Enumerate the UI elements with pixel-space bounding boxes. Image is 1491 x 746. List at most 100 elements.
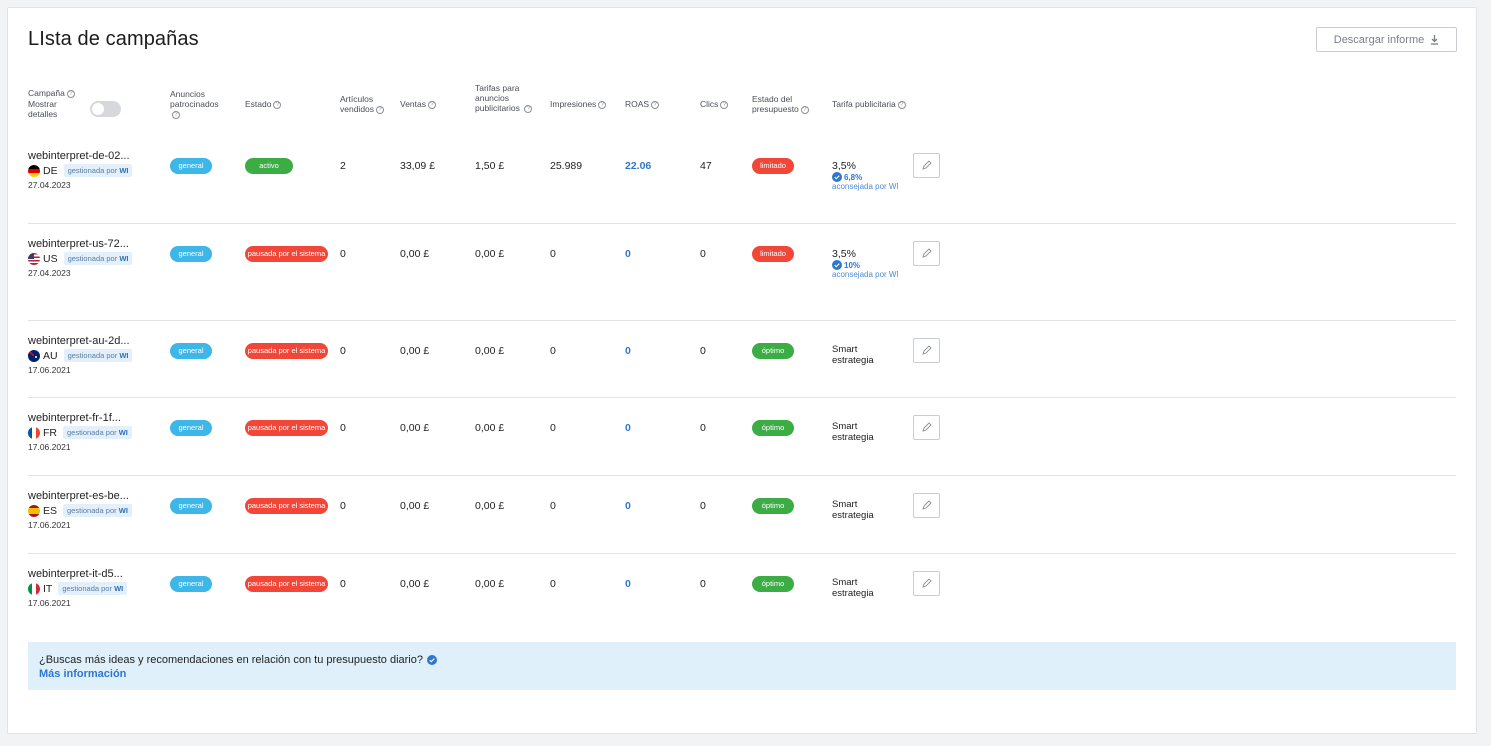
header-ad-rate-label: Tarifa publicitaria (832, 99, 896, 109)
managed-prefix: gestionada por (67, 506, 117, 515)
sales-value: 0,00 £ (400, 578, 430, 590)
pencil-icon (922, 248, 932, 258)
campaign-country: IT gestionada por WI (28, 582, 128, 595)
sales-value: 0,00 £ (400, 422, 430, 434)
impressions-value: 0 (550, 345, 556, 357)
help-icon[interactable]: ? (598, 100, 607, 109)
roas-value: 0 (625, 248, 631, 260)
clicks-value: 0 (700, 422, 706, 434)
table-row: webinterpret-de-02... DE gestionada por … (28, 136, 1456, 224)
roas-value: 22.06 (625, 160, 652, 172)
managed-by: WI (119, 351, 129, 360)
ad-rate-value: 3,5% (832, 160, 856, 172)
download-report-label: Descargar informe (1333, 33, 1425, 46)
show-details-label: Mostrar detalles (28, 99, 58, 119)
recommended-rate: 10% (832, 260, 902, 270)
edit-campaign-button[interactable] (913, 571, 940, 596)
items-sold-value: 0 (340, 578, 346, 590)
help-icon[interactable]: ? (720, 100, 729, 109)
status-badge: pausada por el sistema (245, 246, 328, 262)
items-sold-value: 0 (340, 500, 346, 512)
header-impressions-label: Impresiones (550, 99, 597, 109)
managed-badge: gestionada por WI (63, 426, 132, 439)
help-icon[interactable]: ? (66, 89, 75, 98)
recommended-rate: 6,8% (832, 172, 902, 182)
edit-campaign-button[interactable] (913, 415, 940, 440)
help-icon[interactable]: ? (524, 104, 533, 113)
ad-fees-value: 1,50 £ (475, 160, 505, 172)
campaign-date: 17.06.2021 (28, 520, 71, 530)
managed-badge: gestionada por WI (63, 504, 132, 517)
status-badge: activo (245, 158, 293, 174)
campaign-date: 17.06.2021 (28, 442, 71, 452)
managed-badge: gestionada por WI (63, 349, 133, 362)
ad-rate-cell: 3,5% 10% aconsejada por WI (832, 248, 902, 280)
table-row: webinterpret-us-72... US gestionada por … (28, 224, 1456, 321)
help-icon[interactable]: ? (800, 105, 809, 114)
budget-status-badge: óptimo (752, 343, 794, 359)
items-sold-value: 0 (340, 248, 346, 260)
flag-icon (28, 349, 40, 362)
campaign-country: ES gestionada por WI (28, 504, 132, 517)
country-code: IT (43, 582, 53, 595)
pencil-icon (922, 160, 932, 170)
flag-icon (28, 252, 40, 265)
campaign-country: AU gestionada por WI (28, 349, 133, 362)
budget-status-badge: óptimo (752, 576, 794, 592)
banner-question-text: ¿Buscas más ideas y recomendaciones en r… (39, 654, 423, 666)
recommended-rate-value: 6,8% (844, 172, 863, 182)
header-sponsored: Anuncios patrocinados ? (170, 89, 230, 119)
header-clicks-label: Clics (700, 99, 719, 109)
country-code: ES (43, 504, 58, 517)
header-roas-label: ROAS (625, 99, 650, 109)
help-icon[interactable]: ? (897, 100, 906, 109)
campaign-name[interactable]: webinterpret-es-be... (28, 490, 129, 502)
help-icon[interactable]: ? (428, 100, 436, 109)
campaign-name[interactable]: webinterpret-it-d5... (28, 568, 123, 580)
ad-fees-value: 0,00 £ (475, 500, 505, 512)
edit-campaign-button[interactable] (913, 338, 940, 363)
header-sales-label: Ventas (400, 99, 426, 109)
help-icon[interactable]: ? (172, 110, 180, 119)
recommended-by-text: aconsejada por WI (832, 270, 899, 279)
help-icon[interactable]: ? (273, 100, 282, 109)
flag-icon (28, 426, 40, 439)
flag-icon (28, 582, 40, 595)
flag-icon (28, 504, 40, 517)
campaign-name[interactable]: webinterpret-us-72... (28, 238, 129, 250)
download-icon (1431, 34, 1439, 45)
campaign-name[interactable]: webinterpret-au-2d... (28, 335, 130, 347)
ad-fees-value: 0,00 £ (475, 422, 505, 434)
campaign-name[interactable]: webinterpret-fr-1f... (28, 412, 121, 424)
header-sponsored-label: Anuncios patrocinados (170, 89, 219, 109)
ad-rate-value: Smart estrategia (832, 421, 874, 443)
campaign-date: 27.04.2023 (28, 180, 71, 190)
edit-campaign-button[interactable] (913, 493, 940, 518)
edit-campaign-button[interactable] (913, 153, 940, 178)
managed-prefix: gestionada por (67, 428, 117, 437)
impressions-value: 0 (550, 500, 556, 512)
clicks-value: 0 (700, 345, 706, 357)
sponsored-badge: general (170, 158, 212, 174)
banner-question: ¿Buscas más ideas y recomendaciones en r… (39, 654, 437, 666)
status-badge: pausada por el sistema (245, 576, 328, 592)
download-report-button[interactable]: Descargar informe (1316, 27, 1457, 52)
pencil-icon (922, 422, 932, 432)
more-info-link[interactable]: Más información (39, 668, 126, 680)
help-icon[interactable]: ? (376, 105, 385, 114)
country-code: FR (43, 426, 57, 439)
roas-value: 0 (625, 422, 631, 434)
show-details-toggle[interactable] (90, 101, 121, 117)
header-ad-fees: Tarifas para anuncios publicitarios ? (475, 83, 533, 113)
items-sold-value: 2 (340, 160, 346, 172)
pencil-icon (922, 345, 932, 355)
campaign-date: 17.06.2021 (28, 598, 71, 608)
ad-rate-value: 3,5% (832, 248, 856, 260)
managed-prefix: gestionada por (67, 254, 118, 263)
help-icon[interactable]: ? (651, 100, 660, 109)
campaign-country: US gestionada por WI (28, 252, 133, 265)
campaign-name[interactable]: webinterpret-de-02... (28, 150, 130, 162)
ad-fees-value: 0,00 £ (475, 578, 505, 590)
campaign-date: 17.06.2021 (28, 365, 71, 375)
edit-campaign-button[interactable] (913, 241, 940, 266)
